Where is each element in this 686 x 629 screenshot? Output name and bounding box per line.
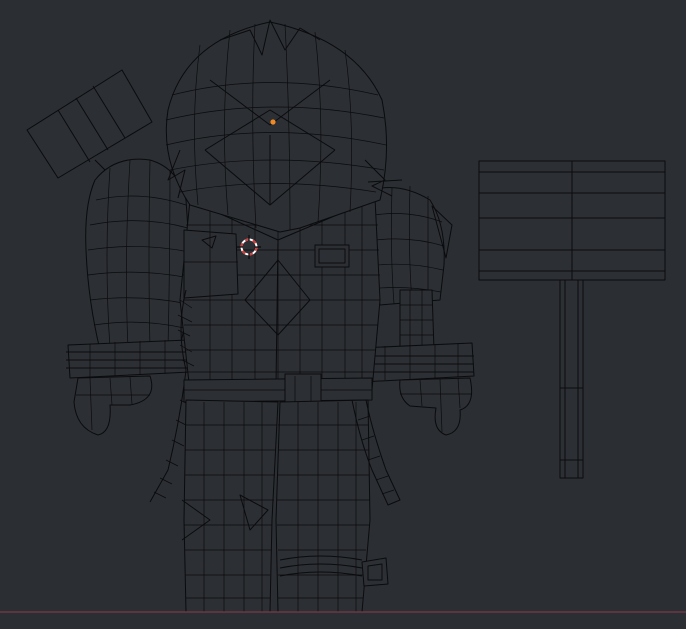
standing-hammer xyxy=(478,160,666,479)
head xyxy=(165,19,403,233)
right-leg xyxy=(275,399,389,613)
right-bracer xyxy=(359,342,475,383)
right-shoulder xyxy=(371,185,453,306)
3d-viewport[interactable] xyxy=(0,0,686,629)
object-origin-dot[interactable] xyxy=(270,119,276,125)
left-hand xyxy=(73,375,153,436)
left-leg xyxy=(181,399,279,613)
left-shoulder xyxy=(85,158,191,351)
right-forearm xyxy=(399,289,435,353)
right-hand xyxy=(399,377,473,436)
chest-pouch xyxy=(183,229,239,299)
wireframe-canvas[interactable] xyxy=(0,0,686,629)
left-bracer xyxy=(66,339,191,379)
